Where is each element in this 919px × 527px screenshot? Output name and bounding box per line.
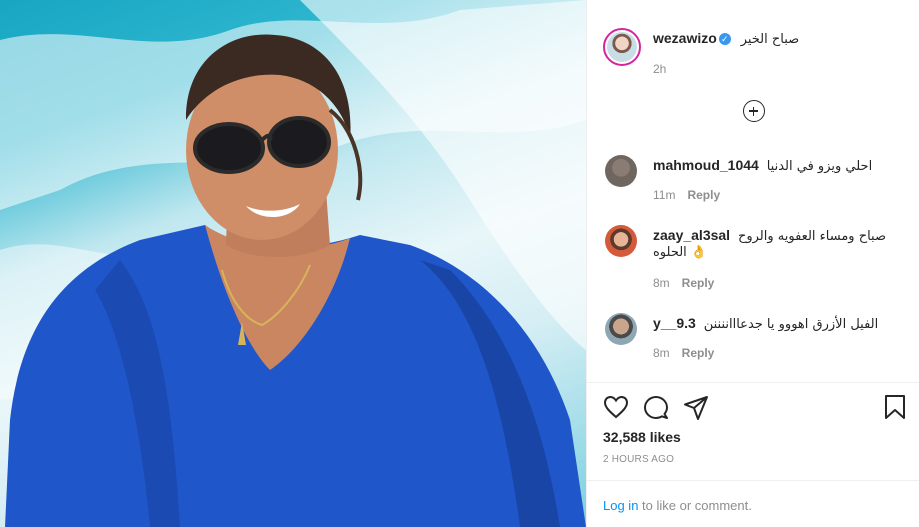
bookmark-icon[interactable] xyxy=(883,394,907,420)
post-side-panel: wezawizo ✓ صباح الخير 2h mahmoud_1044 احل… xyxy=(586,0,919,527)
comment-avatar[interactable] xyxy=(605,313,637,345)
comment-text-continued: الحلوه 👌 xyxy=(653,245,708,260)
comment-meta: 8m Reply xyxy=(653,346,714,360)
comment-text: الفيل الأزرق اهووو يا جدعاااننننن xyxy=(703,317,879,332)
author-username[interactable]: wezawizo xyxy=(653,30,717,46)
share-icon[interactable] xyxy=(683,395,709,421)
comment-text: احلي ويزو في الدنيا xyxy=(766,159,873,174)
comment-time: 8m xyxy=(653,276,670,290)
comment-meta: 11m Reply xyxy=(653,188,720,202)
reply-button[interactable]: Reply xyxy=(682,276,715,290)
reply-button[interactable]: Reply xyxy=(687,188,720,202)
comment-icon[interactable] xyxy=(643,395,669,421)
comment-username[interactable]: mahmoud_1044 xyxy=(653,157,759,173)
login-link[interactable]: Log in xyxy=(603,498,638,513)
author-avatar[interactable] xyxy=(603,28,641,66)
photo-illustration xyxy=(0,0,586,527)
likes-count[interactable]: 32,588 likes xyxy=(603,429,681,445)
plus-circle-icon[interactable] xyxy=(743,100,765,122)
comment-username[interactable]: zaay_al3sal xyxy=(653,227,730,243)
comment-username[interactable]: y__9.3 xyxy=(653,315,696,331)
comment-avatar[interactable] xyxy=(605,155,637,187)
post-timestamp: 2 HOURS AGO xyxy=(603,454,675,465)
comment-item: mahmoud_1044 احلي ويزو في الدنيا xyxy=(653,157,872,174)
comment-time: 11m xyxy=(653,188,676,202)
divider xyxy=(587,382,919,383)
comment-text: صباح ومساء العفويه والروح xyxy=(737,229,887,244)
comment-time: 8m xyxy=(653,346,670,360)
post-photo[interactable] xyxy=(0,0,586,527)
caption-time: 2h xyxy=(653,62,667,76)
comment-item: y__9.3 الفيل الأزرق اهووو يا جدعاااننننن xyxy=(653,315,878,332)
caption-text: صباح الخير xyxy=(740,32,800,47)
comment-meta: 8m Reply xyxy=(653,276,714,290)
instagram-post: wezawizo ✓ صباح الخير 2h mahmoud_1044 احل… xyxy=(0,0,919,527)
reply-button[interactable]: Reply xyxy=(682,346,715,360)
login-prompt-text: to like or comment. xyxy=(638,498,752,513)
comment-item: zaay_al3sal صباح ومساء العفويه والروح xyxy=(653,227,886,244)
login-prompt: Log in to like or comment. xyxy=(603,498,752,513)
heart-icon[interactable] xyxy=(603,395,629,419)
comment-avatar[interactable] xyxy=(605,225,637,257)
verified-badge-icon: ✓ xyxy=(718,33,731,45)
divider xyxy=(587,480,919,481)
caption: wezawizo ✓ صباح الخير xyxy=(653,30,799,47)
